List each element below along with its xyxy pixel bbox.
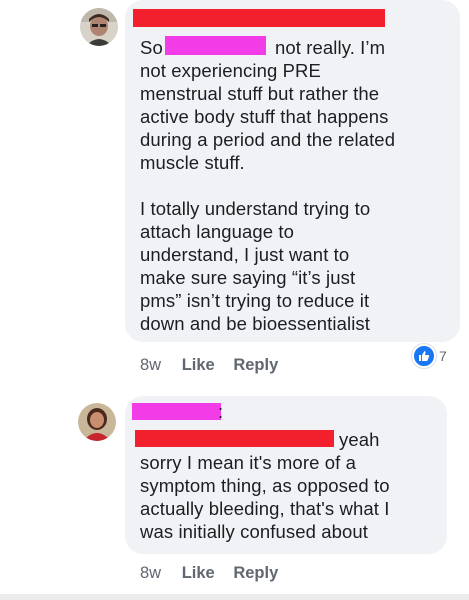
- comment-actions: 8w Like Reply: [140, 564, 278, 583]
- comment-timestamp: 8w: [140, 564, 162, 582]
- comment-text-line1: not really. I’m: [275, 37, 386, 58]
- redacted-mention: [135, 430, 334, 447]
- comment-text-line1: yeah: [339, 429, 380, 450]
- user-avatar-icon: [80, 8, 118, 46]
- author-name-suffix: :: [218, 401, 224, 422]
- reply-button[interactable]: Reply: [233, 356, 278, 374]
- comment-text: not experiencing PRE menstrual stuff but…: [140, 60, 396, 334]
- commenter-avatar[interactable]: [78, 403, 116, 441]
- like-button[interactable]: Like: [182, 356, 215, 374]
- reaction-count: 7: [439, 348, 447, 364]
- comment-actions: 8w Like Reply: [140, 356, 278, 375]
- redacted-author-name: [133, 9, 385, 27]
- commenter-avatar[interactable]: [80, 8, 118, 46]
- reply-button[interactable]: Reply: [233, 564, 278, 582]
- redacted-author-name: [132, 403, 221, 420]
- thumbs-up-icon: [412, 344, 436, 368]
- comment-text: sorry I mean it's more of a symptom thin…: [140, 452, 390, 542]
- next-comment-edge: [0, 594, 469, 600]
- reaction-summary[interactable]: 7: [412, 344, 447, 368]
- like-button[interactable]: Like: [182, 564, 215, 582]
- comment-timestamp: 8w: [140, 356, 162, 374]
- comment-text-prefix: So: [140, 37, 163, 58]
- redacted-mention: [165, 36, 266, 55]
- user-avatar-icon: [78, 403, 116, 441]
